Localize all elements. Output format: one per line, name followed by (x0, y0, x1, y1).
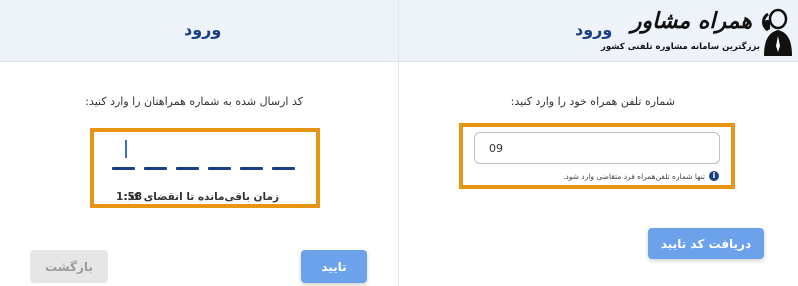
otp-slot[interactable] (240, 167, 263, 170)
otp-code-input[interactable] (112, 167, 295, 170)
phone-hint-text: تنها شماره تلفن‌همراه فرد متقاضی وارد شو… (563, 171, 705, 181)
phone-login-panel: ورود همراه مشاور بزرگترین سامانه مشاوره … (399, 0, 798, 286)
logo: همراه مشاور بزرگترین سامانه مشاوره تلفنی… (594, 4, 794, 60)
text-cursor (125, 140, 127, 158)
login-panel-header: ورود همراه مشاور بزرگترین سامانه مشاوره … (399, 0, 798, 62)
logo-mark-icon (762, 8, 792, 56)
back-button[interactable]: بازگشت (30, 250, 108, 283)
phone-prompt: شماره تلفن همراه خود را وارد کنید: (510, 95, 675, 108)
logo-tagline: بزرگترین سامانه مشاوره تلفنی کشور (600, 42, 760, 52)
otp-slot[interactable] (176, 167, 199, 170)
phone-input[interactable] (474, 132, 720, 164)
otp-slot[interactable] (144, 167, 167, 170)
info-icon: i (709, 171, 719, 181)
otp-slot[interactable] (208, 167, 231, 170)
confirm-button[interactable]: تایید (301, 250, 367, 283)
verify-code-prompt: کد ارسال شده به شماره همراهتان را وارد ک… (85, 95, 303, 108)
logo-name: همراه مشاور (630, 8, 752, 34)
otp-slot[interactable] (112, 167, 135, 170)
timer-label: زمان باقی‌مانده تا انقضای کد: (123, 191, 279, 203)
verify-code-panel: ورود کد ارسال شده به شماره همراهتان را و… (0, 0, 399, 286)
phone-hint: i تنها شماره تلفن‌همراه فرد متقاضی وارد … (563, 171, 719, 181)
timer-value: 1:58 (116, 191, 143, 203)
verify-panel-title: ورود (184, 20, 222, 39)
get-code-button[interactable]: دریافت کد تایید (648, 228, 764, 259)
otp-slot[interactable] (272, 167, 295, 170)
verify-panel-header: ورود (0, 0, 398, 62)
